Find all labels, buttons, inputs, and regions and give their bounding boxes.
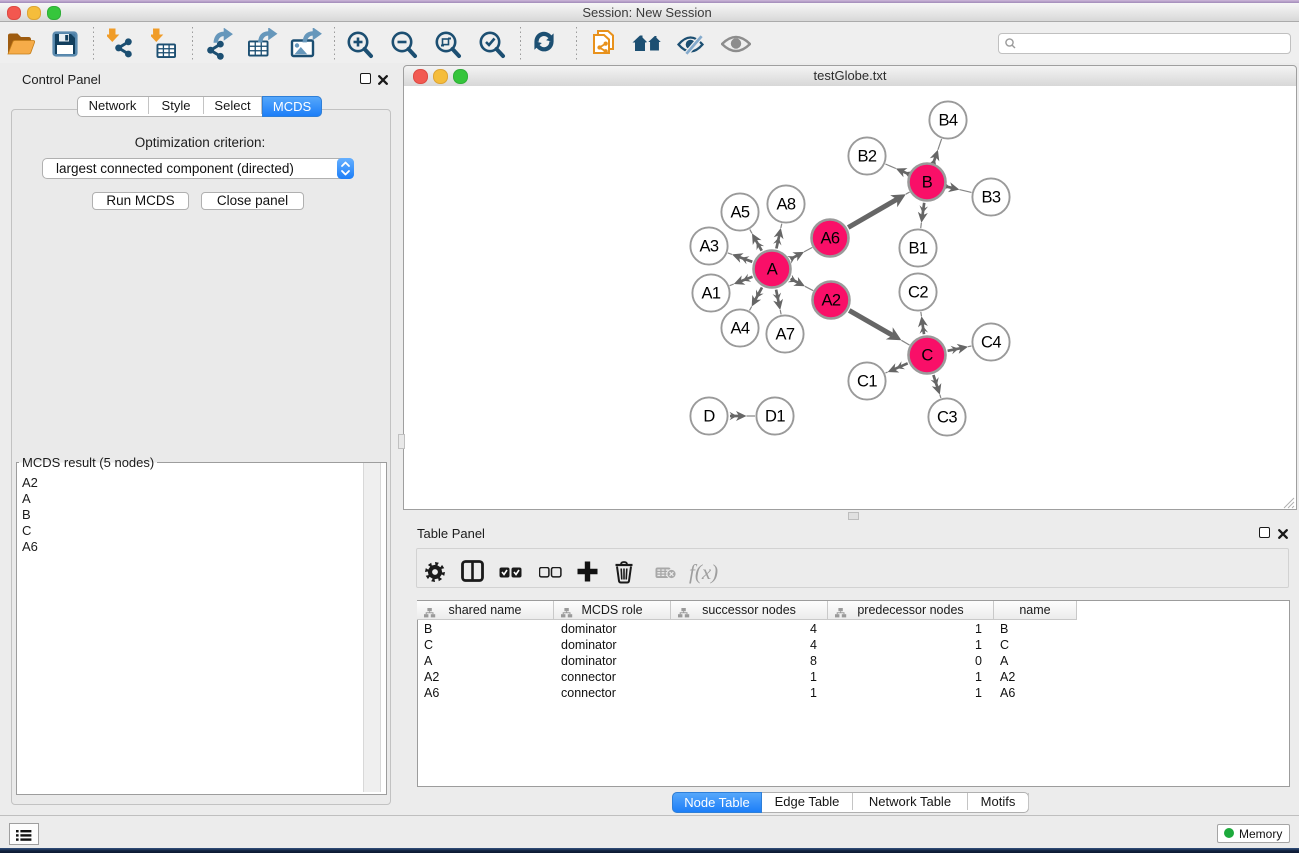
svg-text:D1: D1 [765, 408, 785, 426]
svg-text:C1: C1 [857, 373, 877, 391]
svg-text:A3: A3 [700, 238, 719, 256]
svg-text:B2: B2 [858, 148, 877, 166]
svg-text:D: D [703, 408, 715, 426]
svg-text:A6: A6 [821, 230, 840, 248]
svg-text:B4: B4 [939, 112, 958, 130]
svg-text:A4: A4 [731, 320, 750, 338]
svg-text:A8: A8 [777, 196, 796, 214]
svg-text:C2: C2 [908, 284, 928, 302]
svg-text:C: C [921, 347, 933, 365]
svg-text:C3: C3 [937, 409, 957, 427]
svg-text:A7: A7 [776, 326, 795, 344]
svg-text:B1: B1 [909, 240, 928, 258]
svg-text:B3: B3 [982, 189, 1001, 207]
svg-text:A5: A5 [731, 204, 750, 222]
svg-text:A2: A2 [822, 292, 841, 310]
svg-text:A: A [767, 261, 778, 279]
svg-text:B: B [922, 174, 933, 192]
svg-text:A1: A1 [702, 285, 721, 303]
svg-text:C4: C4 [981, 334, 1001, 352]
